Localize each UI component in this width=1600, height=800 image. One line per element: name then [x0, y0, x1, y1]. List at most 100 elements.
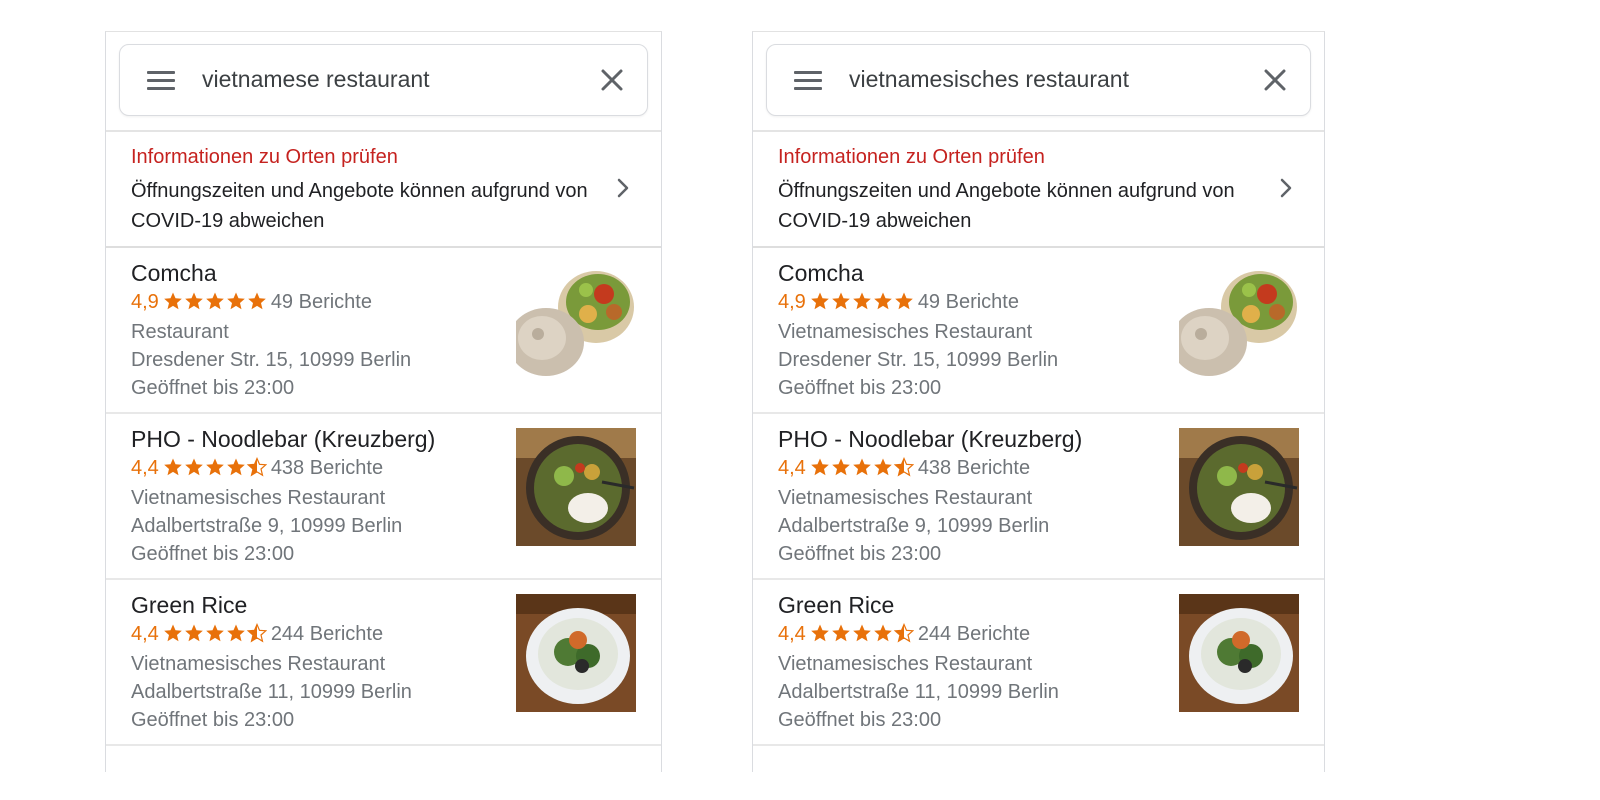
star-icon	[206, 292, 224, 310]
rating-value: 4,4	[778, 623, 806, 645]
place-name: Comcha	[778, 260, 864, 286]
result-item-green-rice[interactable]: Green Rice 4,4 244 Berichte Vietnamesisch…	[753, 580, 1324, 746]
place-address: Adalbertstraße 11, 10999 Berlin	[131, 681, 412, 703]
rating-value: 4,4	[131, 623, 159, 645]
rating-row: 4,9 49 Berichte	[131, 291, 372, 314]
covid-notice[interactable]: Informationen zu Orten prüfen Öffnungsze…	[753, 132, 1324, 248]
star-icon	[206, 458, 224, 476]
place-photo-green-rice	[516, 594, 636, 712]
notice-title: Informationen zu Orten prüfen	[131, 146, 398, 168]
notice-text: Öffnungszeiten und Angebote können aufgr…	[131, 180, 588, 232]
place-category: Vietnamesisches Restaurant	[778, 321, 1033, 343]
opening-hours: Geöffnet bis 23:00	[131, 377, 295, 399]
place-photo-green-rice	[1179, 594, 1299, 712]
rating-row: 4,4 244 Berichte	[778, 623, 1030, 646]
opening-hours: Geöffnet bis 23:00	[778, 543, 942, 565]
star-icon	[874, 458, 892, 476]
star-icon	[853, 458, 871, 476]
rating-row: 4,4 438 Berichte	[778, 457, 1030, 480]
search-header	[106, 32, 661, 132]
star-icon	[853, 292, 871, 310]
place-category: Vietnamesisches Restaurant	[131, 487, 386, 509]
place-name: PHO - Noodlebar (Kreuzberg)	[131, 426, 436, 452]
place-address: Adalbertstraße 9, 10999 Berlin	[778, 515, 1050, 537]
rating-value: 4,9	[778, 291, 806, 313]
star-icon	[893, 623, 914, 643]
covid-notice[interactable]: Informationen zu Orten prüfen Öffnungsze…	[106, 132, 661, 248]
review-count: 49 Berichte	[270, 291, 372, 313]
star-icon	[164, 458, 182, 476]
star-icon	[227, 292, 245, 310]
result-item-pho-noodlebar[interactable]: PHO - Noodlebar (Kreuzberg) 4,4 438 Beric…	[753, 414, 1324, 580]
place-category: Restaurant	[131, 321, 229, 343]
chevron-right-icon	[617, 178, 629, 198]
review-count: 244 Berichte	[917, 623, 1031, 645]
hamburger-menu-icon[interactable]	[147, 71, 177, 91]
rating-value: 4,4	[131, 457, 159, 479]
hamburger-menu-icon[interactable]	[794, 71, 824, 91]
star-icon	[246, 623, 267, 643]
close-icon[interactable]	[1262, 67, 1288, 93]
place-address: Dresdener Str. 15, 10999 Berlin	[778, 349, 1059, 371]
rating-row: 4,9 49 Berichte	[778, 291, 1019, 314]
review-count: 49 Berichte	[917, 291, 1019, 313]
result-item-comcha[interactable]: Comcha 4,9 49 Berichte Restaurant Dresden…	[106, 248, 661, 414]
place-name: Green Rice	[131, 592, 248, 618]
notice-title: Informationen zu Orten prüfen	[778, 146, 1045, 168]
place-category: Vietnamesisches Restaurant	[778, 653, 1033, 675]
place-name: Green Rice	[778, 592, 895, 618]
rating-value: 4,9	[131, 291, 159, 313]
search-box	[119, 44, 648, 116]
result-item-comcha[interactable]: Comcha 4,9 49 Berichte Vietnamesisches Re…	[753, 248, 1324, 414]
star-rating-icon	[164, 457, 267, 477]
star-icon	[832, 458, 850, 476]
place-address: Dresdener Str. 15, 10999 Berlin	[131, 349, 412, 371]
opening-hours: Geöffnet bis 23:00	[778, 377, 942, 399]
star-icon	[811, 458, 829, 476]
search-input[interactable]	[849, 45, 1240, 113]
place-photo-pho-noodlebar	[1179, 428, 1299, 546]
star-icon	[832, 624, 850, 642]
opening-hours: Geöffnet bis 23:00	[778, 709, 942, 731]
review-count: 438 Berichte	[270, 457, 384, 479]
place-name: Comcha	[131, 260, 217, 286]
place-photo-comcha	[516, 262, 636, 380]
rating-row: 4,4 438 Berichte	[131, 457, 383, 480]
place-address: Adalbertstraße 9, 10999 Berlin	[131, 515, 403, 537]
star-icon	[185, 458, 203, 476]
star-icon	[895, 292, 913, 310]
result-item-green-rice[interactable]: Green Rice 4,4 244 Berichte Vietnamesisch…	[106, 580, 661, 746]
place-category: Vietnamesisches Restaurant	[778, 487, 1033, 509]
maps-results-panel-right: Informationen zu Orten prüfen Öffnungsze…	[752, 31, 1325, 772]
star-icon	[164, 292, 182, 310]
star-icon	[246, 457, 267, 477]
star-icon	[227, 458, 245, 476]
rating-value: 4,4	[778, 457, 806, 479]
result-item-pho-noodlebar[interactable]: PHO - Noodlebar (Kreuzberg) 4,4 438 Beric…	[106, 414, 661, 580]
star-rating-icon	[811, 292, 913, 310]
star-icon	[853, 624, 871, 642]
place-address: Adalbertstraße 11, 10999 Berlin	[778, 681, 1059, 703]
close-icon[interactable]	[599, 67, 625, 93]
star-rating-icon	[164, 623, 267, 643]
star-icon	[874, 292, 892, 310]
opening-hours: Geöffnet bis 23:00	[131, 543, 295, 565]
notice-text: Öffnungszeiten und Angebote können aufgr…	[778, 180, 1235, 232]
opening-hours: Geöffnet bis 23:00	[131, 709, 295, 731]
search-header	[753, 32, 1324, 132]
star-icon	[164, 624, 182, 642]
star-rating-icon	[164, 292, 266, 310]
star-icon	[811, 624, 829, 642]
star-icon	[874, 624, 892, 642]
star-icon	[227, 624, 245, 642]
place-photo-comcha	[1179, 262, 1299, 380]
star-icon	[185, 292, 203, 310]
place-category: Vietnamesisches Restaurant	[131, 653, 386, 675]
search-input[interactable]	[202, 45, 577, 113]
review-count: 438 Berichte	[917, 457, 1031, 479]
review-count: 244 Berichte	[270, 623, 384, 645]
place-photo-pho-noodlebar	[516, 428, 636, 546]
chevron-right-icon	[1280, 178, 1292, 198]
star-icon	[206, 624, 224, 642]
star-icon	[248, 292, 266, 310]
